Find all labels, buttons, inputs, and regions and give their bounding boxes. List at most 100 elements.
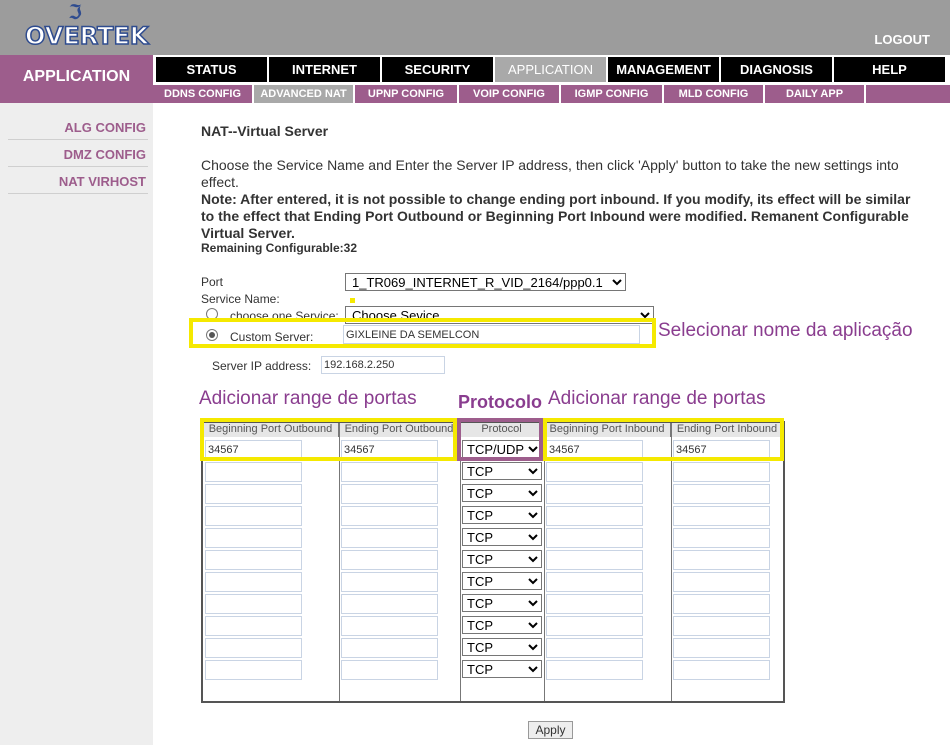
beginning-port-outbound-input[interactable]: [205, 616, 302, 636]
ending-port-outbound-input[interactable]: [341, 572, 438, 592]
beginning-port-outbound-input[interactable]: [205, 506, 302, 526]
logo-text: OVERTEK: [24, 21, 149, 51]
protocol-select[interactable]: TCP: [462, 550, 542, 568]
outbound-range-highlight: [200, 418, 457, 461]
ending-port-outbound-input[interactable]: [341, 528, 438, 548]
tab-internet[interactable]: INTERNET: [269, 57, 380, 82]
beginning-port-outbound-input[interactable]: [205, 660, 302, 680]
highlight-dot: [350, 298, 355, 303]
subtab-upnp-config[interactable]: UPNP CONFIG: [355, 85, 459, 103]
beginning-port-inbound-input[interactable]: [546, 462, 643, 482]
tab-application[interactable]: APPLICATION: [495, 57, 606, 82]
ports-table: Beginning Port Outbound Ending Port Outb…: [201, 421, 785, 703]
protocol-select[interactable]: TCP: [462, 638, 542, 656]
logo-mark-icon: ℑ: [68, 0, 82, 24]
beginning-port-inbound-input[interactable]: [546, 550, 643, 570]
beginning-port-outbound-input[interactable]: [205, 594, 302, 614]
subtab-mld-config[interactable]: MLD CONFIG: [664, 85, 765, 103]
overtek-logo: ℑ OVERTEK: [24, 0, 149, 52]
beginning-port-inbound-input[interactable]: [546, 660, 643, 680]
beginning-port-outbound-input[interactable]: [205, 528, 302, 548]
server-ip-label: Server IP address:: [212, 359, 312, 373]
ending-port-outbound-input[interactable]: [341, 660, 438, 680]
ending-port-outbound-input[interactable]: [341, 506, 438, 526]
ending-port-inbound-input[interactable]: [673, 550, 770, 570]
ending-port-inbound-input[interactable]: [673, 638, 770, 658]
ending-port-outbound-input[interactable]: [341, 462, 438, 482]
column-divider: [339, 423, 340, 701]
custom-server-input[interactable]: [343, 325, 640, 344]
beginning-port-outbound-input[interactable]: [205, 572, 302, 592]
beginning-port-inbound-input[interactable]: [546, 528, 643, 548]
port-label: Port: [201, 275, 224, 289]
beginning-port-inbound-input[interactable]: [546, 484, 643, 504]
tab-security[interactable]: SECURITY: [382, 57, 493, 82]
inbound-range-highlight: [543, 418, 784, 461]
protocol-select[interactable]: TCP: [462, 616, 542, 634]
ending-port-inbound-input[interactable]: [673, 572, 770, 592]
beginning-port-outbound-input[interactable]: [205, 550, 302, 570]
beginning-port-inbound-input[interactable]: [546, 506, 643, 526]
protocol-highlight: [457, 418, 543, 461]
ending-port-inbound-input[interactable]: [673, 660, 770, 680]
ending-port-inbound-input[interactable]: [673, 462, 770, 482]
page-title: NAT--Virtual Server: [201, 123, 329, 139]
annotation-select-app-name: Selecionar nome da aplicação: [658, 320, 913, 341]
section-band: APPLICATION: [0, 55, 153, 103]
ending-port-inbound-input[interactable]: [673, 484, 770, 504]
tab-diagnosis[interactable]: DIAGNOSIS: [721, 57, 832, 82]
protocol-select[interactable]: TCP: [462, 462, 542, 480]
server-ip-input[interactable]: [321, 356, 445, 374]
ending-port-inbound-input[interactable]: [673, 528, 770, 548]
logout-link[interactable]: LOGOUT: [874, 32, 930, 47]
beginning-port-outbound-input[interactable]: [205, 462, 302, 482]
beginning-port-outbound-input[interactable]: [205, 638, 302, 658]
column-divider: [671, 423, 672, 701]
ending-port-outbound-input[interactable]: [341, 638, 438, 658]
annotation-port-range-left: Adicionar range de portas: [199, 388, 417, 409]
navigation: STATUS INTERNET SECURITY APPLICATION MAN…: [153, 55, 950, 103]
sidebar-item-nat-virhost[interactable]: NAT VIRHOST: [8, 174, 148, 194]
page-description: Choose the Service Name and Enter the Se…: [201, 157, 911, 242]
protocol-select[interactable]: TCP: [462, 572, 542, 590]
ending-port-inbound-input[interactable]: [673, 594, 770, 614]
protocol-select[interactable]: TCP: [462, 484, 542, 502]
ending-port-outbound-input[interactable]: [341, 484, 438, 504]
beginning-port-inbound-input[interactable]: [546, 616, 643, 636]
protocol-select[interactable]: TCP: [462, 506, 542, 524]
sub-tabs: DDNS CONFIG ADVANCED NAT UPNP CONFIG VOI…: [153, 85, 950, 103]
ending-port-outbound-input[interactable]: [341, 616, 438, 636]
ending-port-inbound-input[interactable]: [673, 616, 770, 636]
ending-port-inbound-input[interactable]: [673, 506, 770, 526]
tab-management[interactable]: MANAGEMENT: [608, 57, 719, 82]
port-select[interactable]: 1_TR069_INTERNET_R_VID_2164/ppp0.1: [345, 273, 626, 291]
subtab-ddns-config[interactable]: DDNS CONFIG: [153, 85, 254, 103]
beginning-port-inbound-input[interactable]: [546, 638, 643, 658]
ending-port-outbound-input[interactable]: [341, 594, 438, 614]
annotation-port-range-right: Adicionar range de portas: [548, 388, 766, 409]
main-content: NAT--Virtual Server Choose the Service N…: [153, 103, 950, 745]
sidebar: ALG CONFIG DMZ CONFIG NAT VIRHOST: [0, 103, 153, 745]
column-divider: [544, 423, 545, 701]
tab-status[interactable]: STATUS: [156, 57, 267, 82]
subtab-daily-app[interactable]: DAILY APP: [765, 85, 866, 103]
subtab-voip-config[interactable]: VOIP CONFIG: [459, 85, 561, 103]
subtab-advanced-nat[interactable]: ADVANCED NAT: [254, 85, 355, 103]
custom-server-label: Custom Server:: [230, 330, 314, 344]
protocol-select[interactable]: TCP: [462, 594, 542, 612]
beginning-port-inbound-input[interactable]: [546, 572, 643, 592]
protocol-select[interactable]: TCP: [462, 528, 542, 546]
beginning-port-outbound-input[interactable]: [205, 484, 302, 504]
remaining-configurable: Remaining Configurable:32: [201, 241, 358, 255]
tab-help[interactable]: HELP: [834, 57, 945, 82]
sidebar-item-alg-config[interactable]: ALG CONFIG: [8, 120, 148, 140]
subtab-igmp-config[interactable]: IGMP CONFIG: [561, 85, 664, 103]
custom-server-radio[interactable]: [206, 329, 218, 341]
apply-button[interactable]: Apply: [528, 721, 573, 739]
sidebar-item-dmz-config[interactable]: DMZ CONFIG: [8, 147, 148, 167]
annotation-protocol: Protocolo: [458, 392, 542, 412]
beginning-port-inbound-input[interactable]: [546, 594, 643, 614]
protocol-select[interactable]: TCP: [462, 660, 542, 678]
ending-port-outbound-input[interactable]: [341, 550, 438, 570]
main-tabs: STATUS INTERNET SECURITY APPLICATION MAN…: [156, 57, 947, 82]
